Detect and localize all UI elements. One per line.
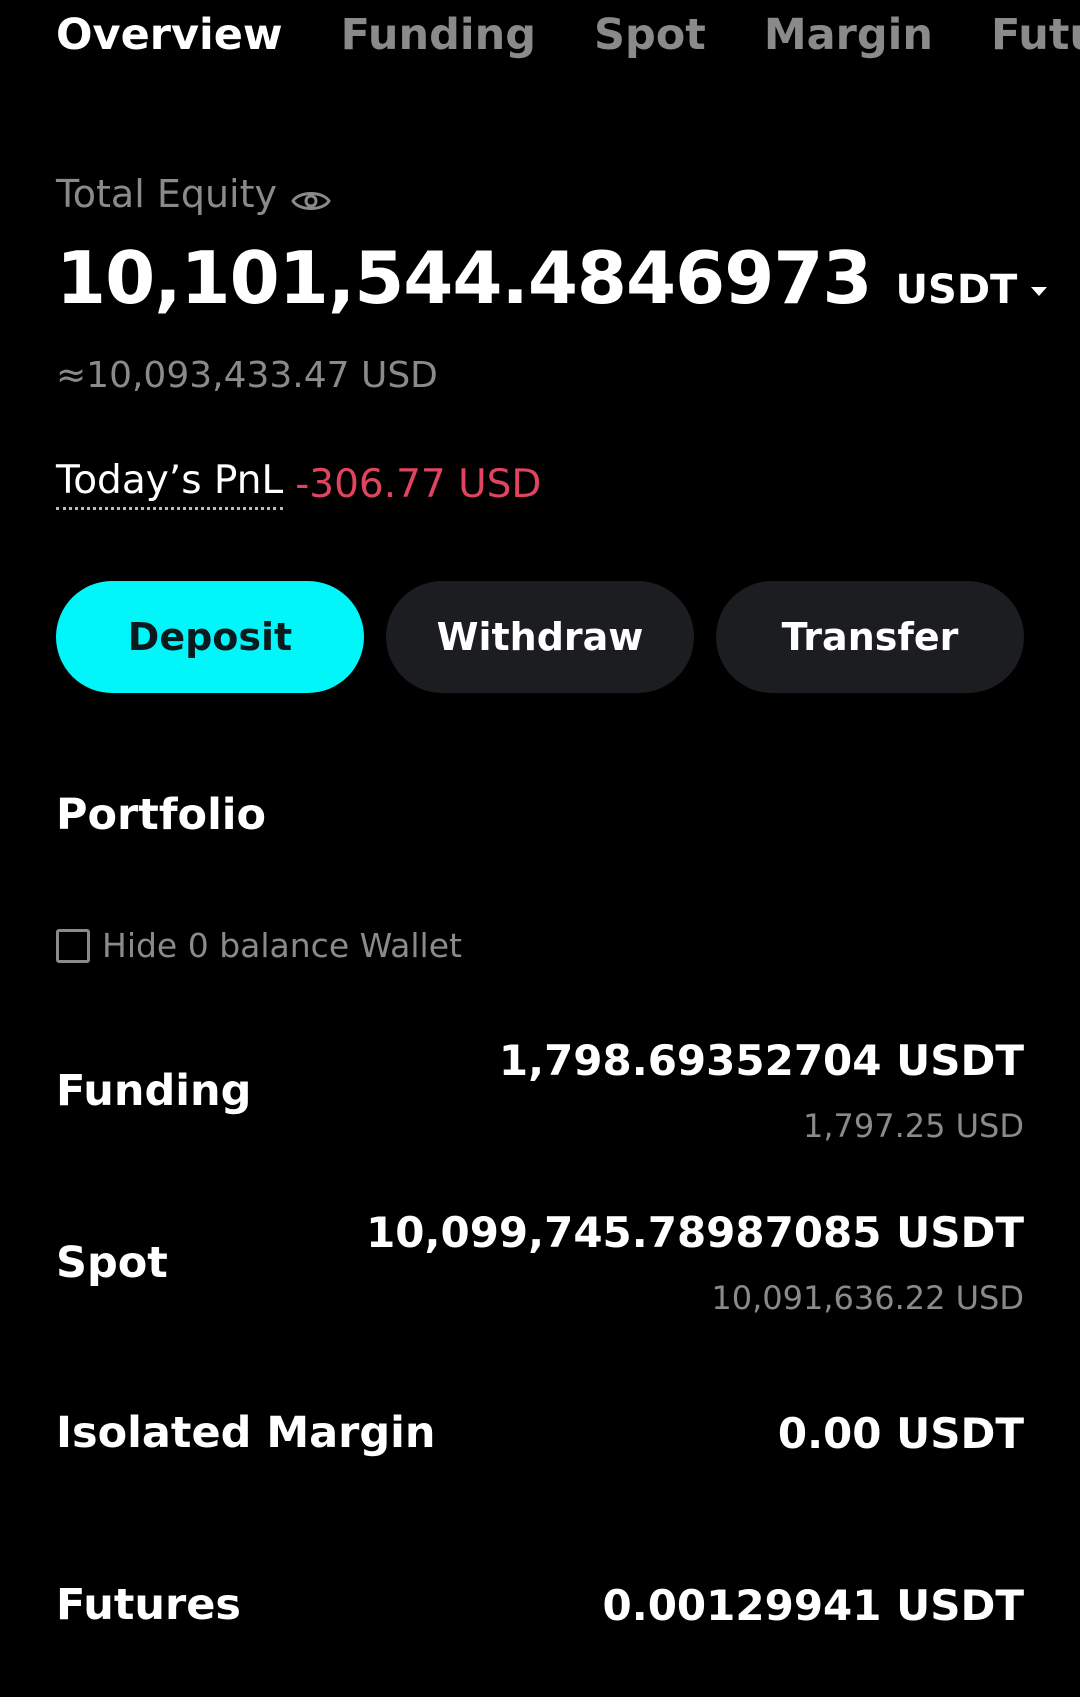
wallet-row-spot[interactable]: Spot 10,099,745.78987085 USDT 10,091,636… [56,1208,1024,1317]
tab-futures[interactable]: Futures [991,10,1080,60]
wallet-amounts: 0.00129941 USDT [603,1581,1024,1630]
wallet-usdt-balance: 10,099,745.78987085 USDT [366,1208,1024,1257]
hide-zero-balance-checkbox[interactable] [56,928,90,963]
withdraw-button[interactable]: Withdraw [386,581,694,693]
wallet-usdt-balance: 0.00129941 USDT [602,1580,1024,1630]
wallet-name: Funding [56,1065,252,1116]
wallet-name: Isolated Margin [56,1408,436,1458]
portfolio-title: Portfolio [56,790,267,840]
wallet-row-futures[interactable]: Futures 0.00129941 USDT [56,1580,1024,1630]
account-tabs: Overview Funding Spot Margin Futures [56,0,1080,70]
total-equity-usd: ≈10,093,433.47 USD [56,355,438,396]
currency-selector[interactable]: USDT [896,267,1050,313]
caret-down-icon [1029,283,1049,297]
deposit-button[interactable]: Deposit [56,581,364,693]
total-equity-value: 10,101,544.4846973 [56,236,873,320]
wallet-amounts: 0.00 USDT [778,1409,1024,1458]
wallet-usd-balance: 10,091,636.22 USD [711,1279,1024,1317]
tab-funding[interactable]: Funding [341,10,536,60]
wallet-name: Futures [56,1580,241,1630]
transfer-button[interactable]: Transfer [716,581,1024,693]
hide-zero-balance-toggle[interactable]: Hide 0 balance Wallet [56,926,462,965]
wallet-usdt-balance: 1,798.69352704 USDT [498,1036,1024,1085]
todays-pnl-label[interactable]: Today’s PnL [56,458,284,510]
tab-overview[interactable]: Overview [56,10,283,60]
eye-icon[interactable] [291,180,331,210]
action-buttons: Deposit Withdraw Transfer [56,581,1024,693]
tab-margin[interactable]: Margin [764,10,933,60]
wallet-amounts: 10,099,745.78987085 USDT 10,091,636.22 U… [366,1208,1024,1317]
currency-label: USDT [895,267,1018,313]
total-equity-label: Total Equity [56,172,277,216]
wallet-usd-balance: 1,797.25 USD [802,1107,1024,1145]
todays-pnl-value: -306.77 USD [295,461,542,507]
total-equity-header: Total Equity [56,172,331,216]
total-equity-row: 10,101,544.4846973 USDT [56,236,1049,320]
pnl-row: Today’s PnL -306.77 USD [56,458,541,510]
wallet-row-isolated-margin[interactable]: Isolated Margin 0.00 USDT [56,1408,1024,1458]
wallet-row-funding[interactable]: Funding 1,798.69352704 USDT 1,797.25 USD [56,1036,1024,1145]
wallet-amounts: 1,798.69352704 USDT 1,797.25 USD [499,1036,1024,1145]
wallet-name: Spot [56,1237,168,1288]
tab-spot[interactable]: Spot [594,10,706,60]
wallet-usdt-balance: 0.00 USDT [777,1408,1024,1458]
hide-zero-balance-label: Hide 0 balance Wallet [102,926,462,965]
